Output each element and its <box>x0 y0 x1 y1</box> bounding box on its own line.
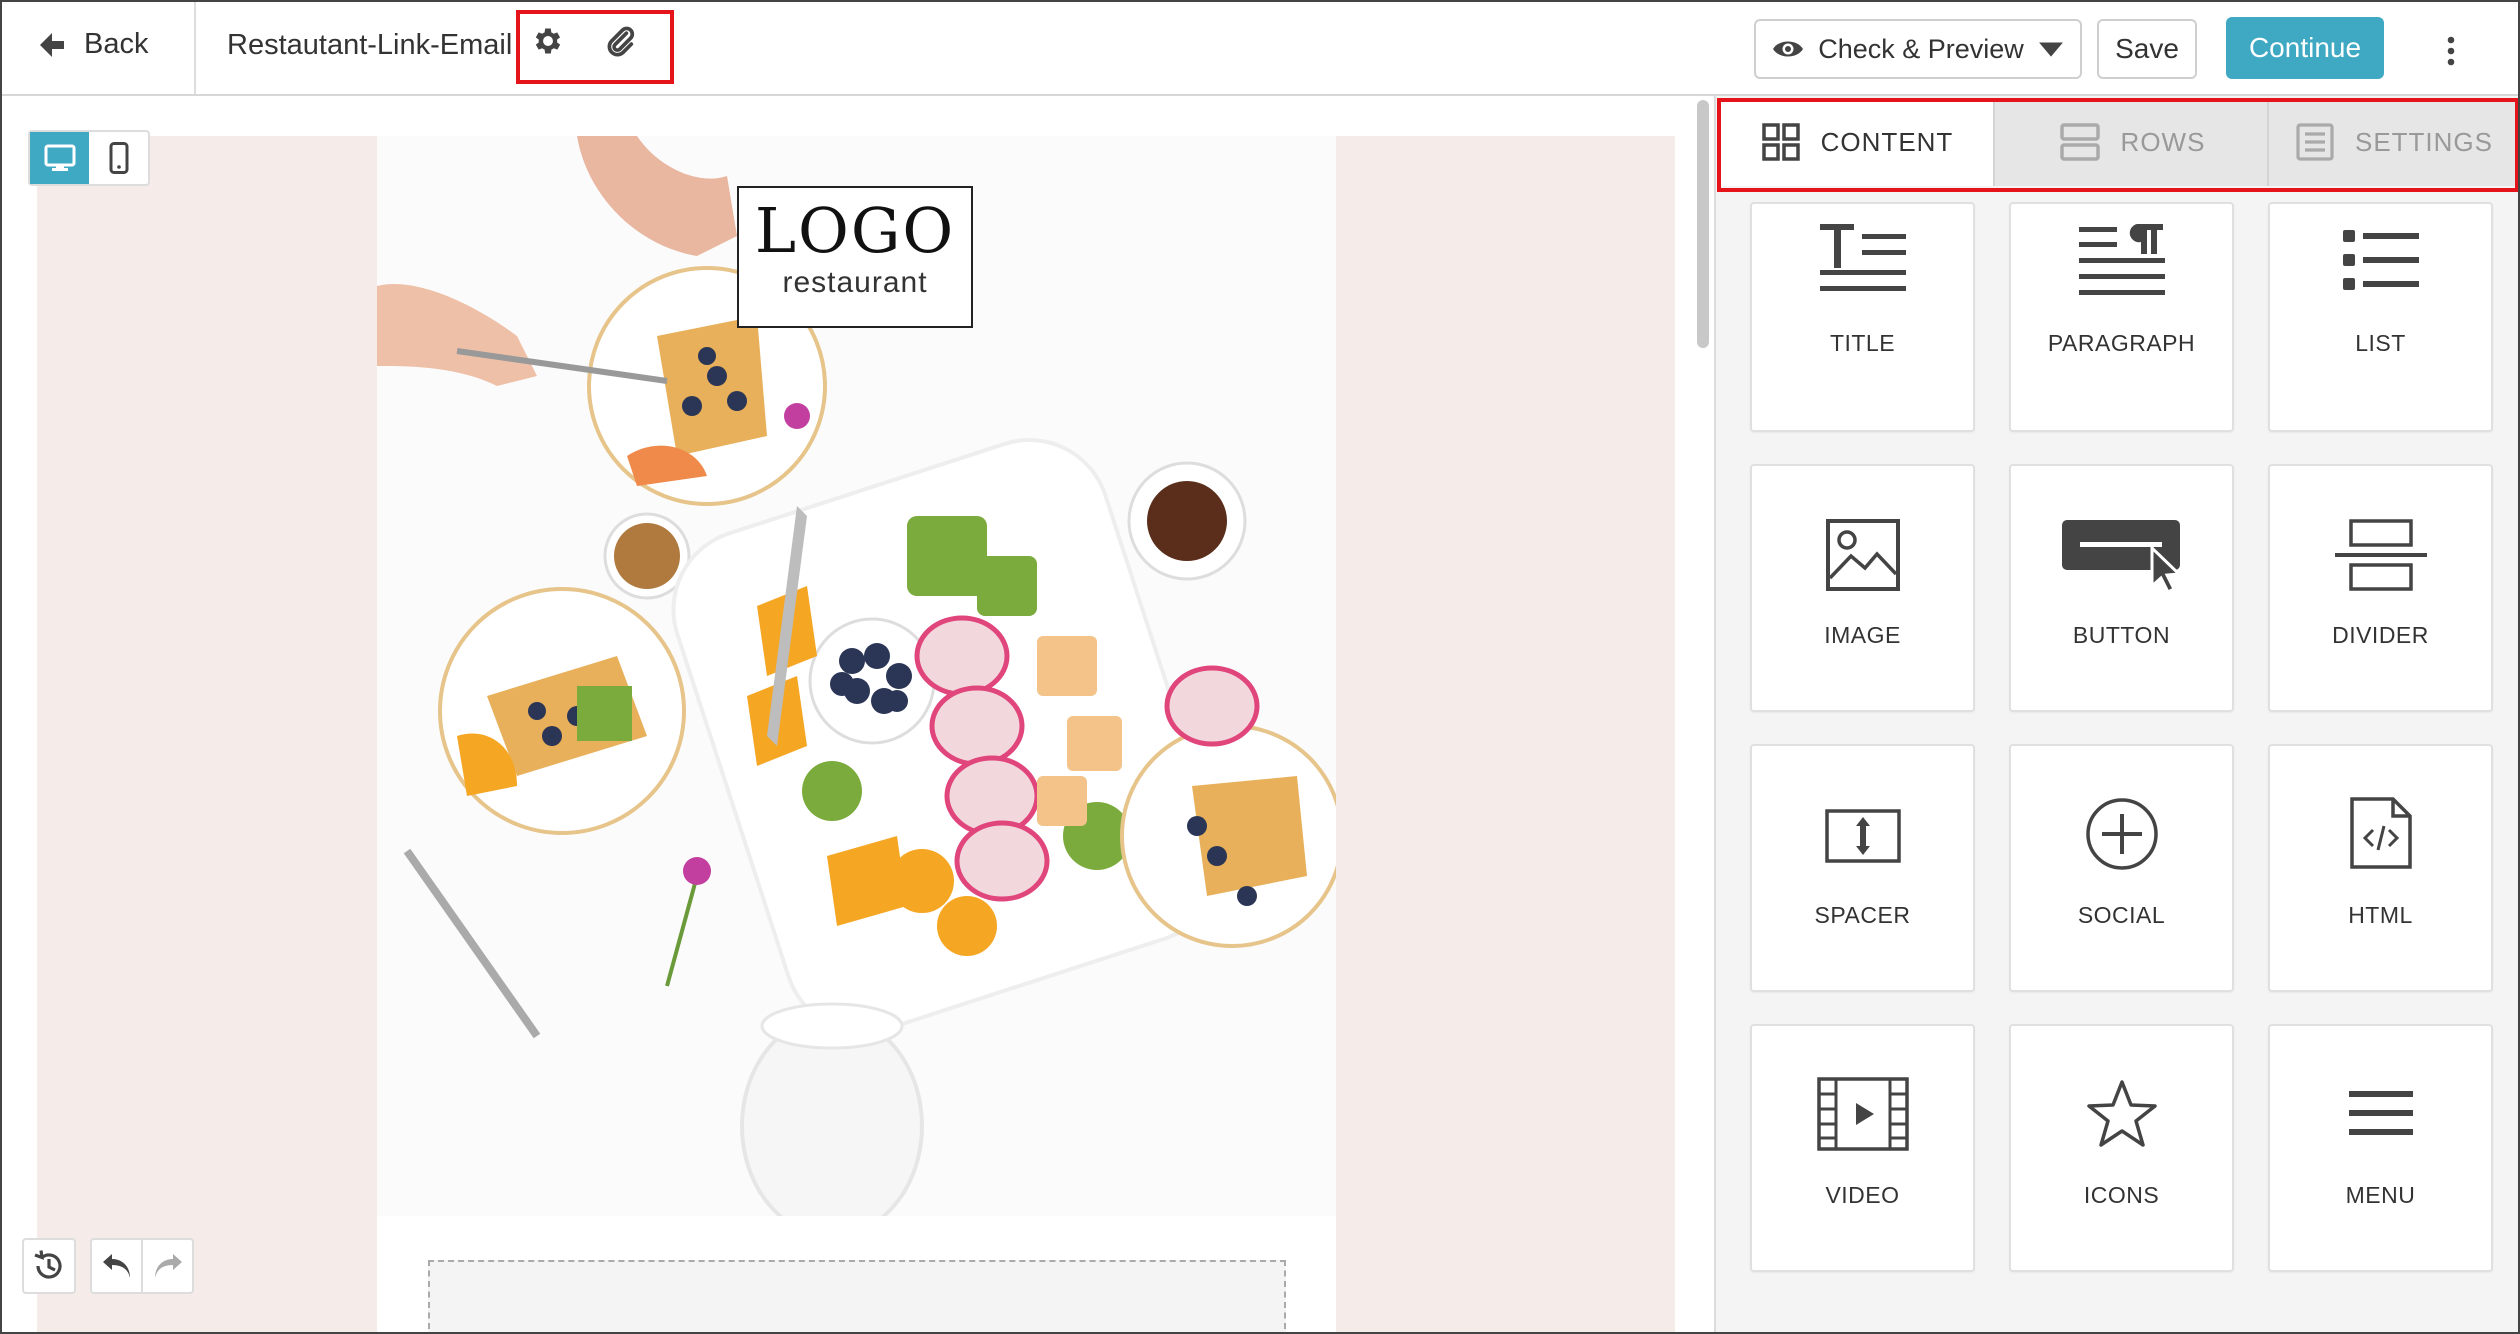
divider-icon <box>2334 519 2427 591</box>
device-toggle <box>28 130 150 186</box>
eye-icon <box>1773 41 1804 57</box>
more-options-icon[interactable] <box>2444 36 2458 66</box>
block-spacer-label: SPACER <box>1814 902 1911 928</box>
block-divider-label: DIVIDER <box>2332 622 2429 648</box>
canvas-scrollbar[interactable] <box>1697 100 1709 348</box>
block-paragraph-label: PARAGRAPH <box>2047 330 2196 356</box>
undo-redo-group <box>90 1238 194 1294</box>
block-menu[interactable]: MENU <box>2268 1024 2493 1272</box>
social-icon <box>2085 798 2158 870</box>
panel-tabs: CONTENT ROWS SETTINGS <box>1716 96 2518 192</box>
content-panel: CONTENT ROWS SETTINGS TITLE PARAGRAPH LI… <box>1714 96 2518 1332</box>
title-icon <box>1819 224 1906 291</box>
empty-row-placeholder[interactable] <box>428 1260 1286 1332</box>
continue-button[interactable]: Continue <box>2226 17 2384 79</box>
block-video-label: VIDEO <box>1825 1182 1900 1208</box>
block-paragraph[interactable]: PARAGRAPH <box>2009 202 2234 432</box>
tab-rows-label: ROWS <box>2120 126 2206 157</box>
block-icons-label: ICONS <box>2083 1182 2160 1208</box>
logo-subtext: restaurant <box>782 266 928 299</box>
html-icon <box>2349 797 2412 869</box>
back-button[interactable]: Back <box>36 28 148 61</box>
logo-text: LOGO <box>754 194 956 267</box>
desktop-view-button[interactable] <box>30 132 89 184</box>
undo-icon <box>102 1254 130 1278</box>
desktop-icon <box>44 144 75 171</box>
block-button[interactable]: BUTTON <box>2009 464 2234 712</box>
block-title-label: TITLE <box>1829 330 1896 356</box>
block-button-label: BUTTON <box>2072 622 2171 648</box>
tab-content[interactable]: CONTENT <box>1721 98 1993 186</box>
menu-icon <box>2348 1091 2413 1135</box>
tab-rows[interactable]: ROWS <box>1993 98 2269 186</box>
paperclip-icon[interactable] <box>603 24 637 58</box>
mobile-view-button[interactable] <box>89 132 148 184</box>
block-social-label: SOCIAL <box>2077 902 2166 928</box>
block-video[interactable]: VIDEO <box>1750 1024 1975 1272</box>
redo-button[interactable] <box>141 1240 192 1292</box>
arrow-left-icon <box>40 32 64 57</box>
email-canvas: LOGO restaurant <box>2 96 1714 1332</box>
button-icon <box>2061 520 2182 594</box>
back-label: Back <box>84 28 149 60</box>
settings-doc-icon <box>2296 123 2334 161</box>
block-list[interactable]: LIST <box>2268 202 2493 432</box>
redo-icon <box>154 1254 182 1278</box>
rows-icon <box>2059 123 2100 161</box>
block-image[interactable]: IMAGE <box>1750 464 1975 712</box>
image-icon <box>1825 519 1900 591</box>
video-icon <box>1816 1077 1909 1151</box>
block-social[interactable]: SOCIAL <box>2009 744 2234 992</box>
tab-content-label: CONTENT <box>1820 126 1954 157</box>
block-html-label: HTML <box>2348 902 2413 928</box>
page-background-left <box>37 136 377 1332</box>
block-title[interactable]: TITLE <box>1750 202 1975 432</box>
logo[interactable]: LOGO restaurant <box>737 186 973 328</box>
history-button[interactable] <box>22 1238 76 1294</box>
block-icons[interactable]: ICONS <box>2009 1024 2234 1272</box>
spacer-icon <box>1824 809 1901 863</box>
divider <box>194 2 196 94</box>
tab-settings-label: SETTINGS <box>2354 126 2493 157</box>
check-preview-button[interactable]: Check & Preview <box>1754 19 2082 79</box>
app-window: Back Restautant-Link-Email Check & Previ… <box>0 0 2520 1334</box>
save-button[interactable]: Save <box>2097 19 2197 79</box>
star-icon <box>2086 1080 2157 1147</box>
top-bar: Back Restautant-Link-Email Check & Previ… <box>2 2 2518 96</box>
undo-button[interactable] <box>92 1240 141 1292</box>
email-body[interactable]: LOGO restaurant <box>377 136 1336 1332</box>
document-title[interactable]: Restautant-Link-Email <box>227 29 512 62</box>
grid-icon <box>1761 123 1800 161</box>
block-image-label: IMAGE <box>1824 622 1901 648</box>
mobile-icon <box>109 142 128 174</box>
block-list-label: LIST <box>2355 330 2406 356</box>
block-menu-label: MENU <box>2345 1182 2416 1208</box>
gear-icon[interactable] <box>531 24 565 58</box>
paragraph-icon <box>2078 224 2165 295</box>
tab-settings[interactable]: SETTINGS <box>2267 98 2518 186</box>
block-html[interactable]: HTML <box>2268 744 2493 992</box>
caret-down-icon <box>2038 42 2063 57</box>
block-spacer[interactable]: SPACER <box>1750 744 1975 992</box>
list-icon <box>2342 230 2419 290</box>
history-icon <box>34 1250 62 1279</box>
content-blocks-grid: TITLE PARAGRAPH LIST IMAGE BUTTON DIVIDE… <box>1750 202 2493 1332</box>
block-divider[interactable]: DIVIDER <box>2268 464 2493 712</box>
page-background-right <box>1336 136 1675 1332</box>
check-preview-label: Check & Preview <box>1818 33 2024 64</box>
